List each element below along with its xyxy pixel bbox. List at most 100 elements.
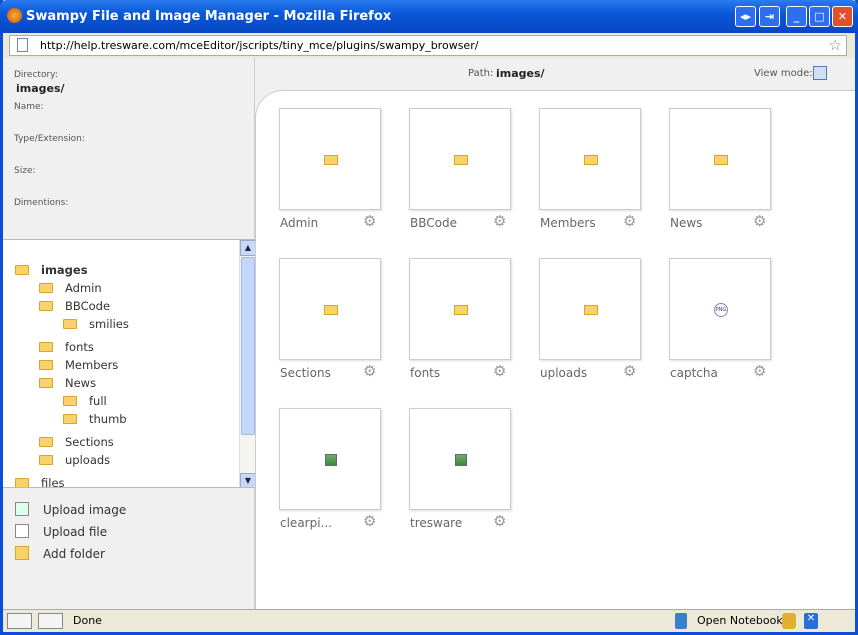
tree-item[interactable]: fonts <box>39 340 94 354</box>
window-title: Swampy File and Image Manager - Mozilla … <box>26 9 392 24</box>
tree-item[interactable]: smilies <box>63 317 129 331</box>
upload-image-button[interactable]: Upload image <box>15 502 126 517</box>
folder-icon <box>714 155 728 165</box>
tree-item-label: Admin <box>65 281 102 295</box>
file-tile[interactable] <box>539 258 641 360</box>
folder-icon <box>39 342 53 352</box>
upload-file-label: Upload file <box>43 525 108 539</box>
file-label[interactable]: clearpi... <box>280 516 332 530</box>
type-label: Type/Extension: <box>14 134 85 144</box>
tree-scrollbar[interactable]: ▲ ▼ <box>239 240 255 487</box>
file-tile[interactable] <box>539 108 641 210</box>
file-label[interactable]: BBCode <box>410 216 457 230</box>
folder-icon <box>39 437 53 447</box>
path-value: images/ <box>496 67 545 80</box>
folder-icon <box>39 378 53 388</box>
gear-icon[interactable]: ⚙ <box>623 362 636 380</box>
add-folder-icon <box>15 546 29 560</box>
folder-icon <box>584 155 598 165</box>
tree-item-label: uploads <box>65 453 111 467</box>
folder-icon <box>454 155 468 165</box>
file-tile[interactable] <box>409 108 511 210</box>
size-label: Size: <box>14 166 36 176</box>
gear-icon[interactable]: ⚙ <box>493 362 506 380</box>
file-label[interactable]: Admin <box>280 216 318 230</box>
tree-item[interactable]: Sections <box>39 435 114 449</box>
tree-item-label: fonts <box>65 340 94 354</box>
file-label[interactable]: Sections <box>280 366 331 380</box>
ruler-icon[interactable] <box>38 613 63 629</box>
folder-icon <box>39 301 53 311</box>
folder-icon <box>324 155 338 165</box>
dimensions-label: Dimentions: <box>14 198 69 208</box>
upload-image-icon <box>15 502 29 516</box>
scroll-down-button[interactable]: ▼ <box>240 473 255 487</box>
minimize-button[interactable]: _ <box>786 6 807 27</box>
folder-icon <box>454 305 468 315</box>
upload-file-button[interactable]: Upload file <box>15 524 107 539</box>
file-tile[interactable] <box>279 408 381 510</box>
folder-icon <box>15 478 29 487</box>
bookmark-star-icon[interactable]: ☆ <box>829 36 842 55</box>
file-tile[interactable] <box>409 408 511 510</box>
file-label[interactable]: Members <box>540 216 596 230</box>
file-label[interactable]: captcha <box>670 366 718 380</box>
folder-icon <box>584 305 598 315</box>
tree-item[interactable]: Members <box>39 358 118 372</box>
add-folder-button[interactable]: Add folder <box>15 546 105 561</box>
folder-icon <box>39 283 53 293</box>
gear-icon[interactable]: ⚙ <box>753 212 766 230</box>
gear-icon[interactable]: ⚙ <box>753 362 766 380</box>
status-bar: Done Open Notebook ✕ <box>3 609 855 631</box>
tree-item-label: smilies <box>89 317 129 331</box>
directory-value: images/ <box>16 82 65 95</box>
gear-icon[interactable]: ⚙ <box>623 212 636 230</box>
folder-icon <box>63 396 77 406</box>
file-tile[interactable] <box>669 108 771 210</box>
file-tile[interactable] <box>279 108 381 210</box>
upload-file-icon <box>15 524 29 538</box>
file-label[interactable]: News <box>670 216 702 230</box>
close-button[interactable]: ✕ <box>832 6 853 27</box>
url-field[interactable]: http://help.tresware.com/mceEditor/jscri… <box>9 35 847 56</box>
left-panel: Directory: images/ Name: Type/Extension:… <box>3 58 255 609</box>
inspect-icon[interactable] <box>7 613 32 629</box>
file-label[interactable]: tresware <box>410 516 462 530</box>
tree-item[interactable]: News <box>39 376 96 390</box>
tree-item-label: Members <box>65 358 119 372</box>
gear-icon[interactable]: ⚙ <box>363 362 376 380</box>
popout-icon[interactable]: ⇥ <box>759 6 780 27</box>
tree-item[interactable]: files <box>15 476 65 487</box>
folder-tree: ▲ ▼ images Admin BBCode smilies fonts Members… <box>3 239 255 488</box>
tree-item[interactable]: BBCode <box>39 299 110 313</box>
tree-item[interactable]: thumb <box>63 412 127 426</box>
view-mode-icon[interactable] <box>813 66 827 80</box>
xmarks-icon[interactable]: ✕ <box>804 613 818 629</box>
tree-item[interactable]: Admin <box>39 281 102 295</box>
scroll-thumb[interactable] <box>241 257 255 435</box>
file-tile[interactable] <box>279 258 381 360</box>
notebook-icon <box>675 613 687 629</box>
view-mode-label: View mode: <box>754 68 813 79</box>
image-file-icon <box>455 454 467 466</box>
tree-item[interactable]: full <box>63 394 107 408</box>
file-tile[interactable] <box>409 258 511 360</box>
tree-item-label: News <box>65 376 97 390</box>
png-file-icon: PNG <box>714 303 728 317</box>
resize-icon[interactable]: ◂▸ <box>735 6 756 27</box>
tree-item[interactable]: uploads <box>39 453 110 467</box>
file-label[interactable]: uploads <box>540 366 587 380</box>
gear-icon[interactable]: ⚙ <box>363 512 376 530</box>
tree-item[interactable]: images <box>15 263 88 277</box>
maximize-button[interactable]: □ <box>809 6 830 27</box>
name-label: Name: <box>14 102 44 112</box>
addon-icon[interactable] <box>782 613 796 629</box>
scroll-up-button[interactable]: ▲ <box>240 240 255 256</box>
gear-icon[interactable]: ⚙ <box>363 212 376 230</box>
gear-icon[interactable]: ⚙ <box>493 512 506 530</box>
gear-icon[interactable]: ⚙ <box>493 212 506 230</box>
file-tile[interactable]: PNG <box>669 258 771 360</box>
tree-item-label: BBCode <box>65 299 111 313</box>
file-label[interactable]: fonts <box>410 366 440 380</box>
open-notebook-button[interactable]: Open Notebook <box>697 614 783 627</box>
